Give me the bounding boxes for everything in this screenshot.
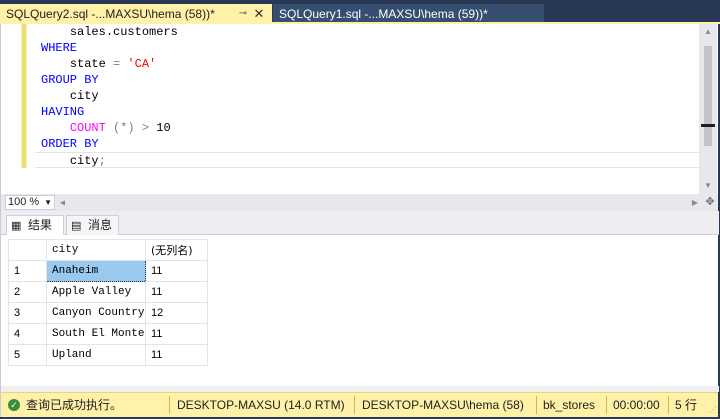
- grid-cell-city[interactable]: Canyon Country: [46, 302, 146, 324]
- zoom-value: 100 %: [8, 196, 40, 208]
- status-message: 查询已成功执行。: [26, 398, 123, 412]
- pin-icon[interactable]: ⊸: [236, 4, 250, 24]
- code-token: 'CA': [120, 57, 157, 71]
- ssms-window: SQLQuery2.sql -...MAXSU\hema (58))* ⊸ ✕ …: [0, 0, 720, 419]
- status-separator: [606, 396, 607, 414]
- status-elapsed: 00:00:00: [613, 398, 660, 412]
- code-token: (*): [105, 121, 135, 135]
- code-token: state: [69, 57, 114, 71]
- grid-cell-city[interactable]: South El Monte: [46, 323, 146, 345]
- results-tab-strip: ▦ 结果 ▤ 消息: [1, 211, 719, 235]
- status-separator: [536, 396, 537, 414]
- resize-grip-icon[interactable]: ⋰: [709, 405, 717, 414]
- code-token: ORDER BY: [41, 137, 99, 151]
- table-row[interactable]: 1 Anaheim 11: [8, 260, 208, 282]
- results-pane: ▦ 结果 ▤ 消息 city (无列名) 1 Anaheim 11 2 Apple …: [0, 211, 719, 392]
- column-header-city[interactable]: city: [46, 239, 146, 261]
- success-check-icon: ✓: [8, 399, 20, 411]
- code-line[interactable]: ORDER BY: [41, 136, 699, 152]
- code-token: 10: [149, 121, 171, 135]
- code-line[interactable]: sales.customers: [41, 24, 699, 40]
- status-separator: [169, 396, 170, 414]
- row-number[interactable]: 4: [8, 323, 47, 345]
- grid-cell-city[interactable]: Apple Valley: [46, 281, 146, 303]
- zoom-select[interactable]: 100 % ▼: [5, 195, 55, 210]
- status-user: DESKTOP-MAXSU\hema (58): [362, 398, 524, 412]
- code-line[interactable]: city: [41, 88, 699, 104]
- editor-horizontal-scrollbar[interactable]: [65, 198, 685, 207]
- code-line[interactable]: COUNT (*) > 10: [41, 120, 699, 136]
- code-line[interactable]: WHERE: [41, 40, 699, 56]
- change-tracking-bar-inner: [22, 24, 26, 168]
- code-line[interactable]: GROUP BY: [41, 72, 699, 88]
- results-grid[interactable]: city (无列名) 1 Anaheim 11 2 Apple Valley 1…: [8, 239, 208, 366]
- grid-cell-city[interactable]: Anaheim: [46, 260, 146, 282]
- tab-title: SQLQuery1.sql -...MAXSU\hema (59))*: [279, 7, 488, 21]
- scroll-down-icon[interactable]: ▼: [699, 178, 717, 194]
- messages-icon: ▤: [71, 220, 82, 232]
- status-rows: 5 行: [675, 398, 698, 412]
- code-token: COUNT: [69, 121, 106, 135]
- tab-messages[interactable]: ▤ 消息: [66, 215, 119, 235]
- grid-cell-count[interactable]: 11: [145, 344, 208, 366]
- scroll-thumb[interactable]: [704, 46, 712, 146]
- tab-sqlquery1[interactable]: SQLQuery1.sql -...MAXSU\hema (59))*: [273, 4, 544, 24]
- status-server: DESKTOP-MAXSU (14.0 RTM): [177, 398, 345, 412]
- table-row[interactable]: 5 Upland 11: [8, 344, 208, 366]
- document-tab-strip: SQLQuery2.sql -...MAXSU\hema (58))* ⊸ ✕ …: [0, 0, 720, 24]
- code-token: ;: [98, 154, 106, 168]
- tab-sqlquery2[interactable]: SQLQuery2.sql -...MAXSU\hema (58))* ⊸ ✕: [0, 4, 272, 24]
- table-row[interactable]: 2 Apple Valley 11: [8, 281, 208, 303]
- query-editor[interactable]: sales.customers WHERE state = 'CA' GROUP B…: [0, 24, 718, 194]
- row-number[interactable]: 3: [8, 302, 47, 324]
- row-number[interactable]: 5: [8, 344, 47, 366]
- column-header-count[interactable]: (无列名): [145, 239, 208, 261]
- tab-results-label: 结果: [28, 218, 53, 232]
- row-number[interactable]: 1: [8, 260, 47, 282]
- status-bar: ✓ 查询已成功执行。 DESKTOP-MAXSU (14.0 RTM) DESK…: [0, 392, 718, 417]
- tab-results[interactable]: ▦ 结果: [6, 215, 64, 235]
- code-line[interactable]: state = 'CA': [41, 56, 699, 72]
- chevron-down-icon: ▼: [44, 198, 52, 207]
- code-line[interactable]: HAVING: [41, 104, 699, 120]
- scroll-position-marker: [701, 124, 715, 127]
- grid-cell-city[interactable]: Upland: [46, 344, 146, 366]
- tab-title: SQLQuery2.sql -...MAXSU\hema (58))*: [6, 7, 215, 21]
- code-line[interactable]: city;: [35, 152, 699, 168]
- row-number[interactable]: 2: [8, 281, 47, 303]
- close-icon[interactable]: ✕: [252, 4, 266, 24]
- status-separator: [354, 396, 355, 414]
- scroll-right-icon[interactable]: ▶: [689, 194, 701, 211]
- code-lines[interactable]: sales.customers WHERE state = 'CA' GROUP B…: [35, 24, 699, 168]
- status-separator: [668, 396, 669, 414]
- grid-cell-count[interactable]: 11: [145, 260, 208, 282]
- grid-header-row: city (无列名): [8, 239, 208, 261]
- grid-cell-count[interactable]: 11: [145, 323, 208, 345]
- code-token: >: [141, 121, 150, 135]
- row-number-header[interactable]: [8, 239, 47, 261]
- grid-cell-count[interactable]: 12: [145, 302, 208, 324]
- code-token: WHERE: [41, 41, 78, 55]
- editor-vertical-scrollbar[interactable]: ▲ ▼: [699, 24, 717, 194]
- code-token: sales.customers: [69, 25, 178, 39]
- tab-messages-label: 消息: [88, 218, 113, 232]
- code-token: city: [69, 89, 99, 103]
- code-token: city: [69, 154, 99, 168]
- code-token: GROUP BY: [41, 73, 99, 87]
- code-token: HAVING: [41, 105, 85, 119]
- scroll-up-icon[interactable]: ▲: [699, 24, 717, 40]
- table-row[interactable]: 3 Canyon Country 12: [8, 302, 208, 324]
- split-view-icon[interactable]: ✥: [703, 195, 717, 209]
- status-database: bk_stores: [543, 398, 596, 412]
- grid-cell-count[interactable]: 11: [145, 281, 208, 303]
- table-row[interactable]: 4 South El Monte 11: [8, 323, 208, 345]
- grid-icon: ▦: [11, 220, 22, 232]
- zoom-bar: 100 % ▼ ◀ ▶ ✥: [0, 194, 718, 211]
